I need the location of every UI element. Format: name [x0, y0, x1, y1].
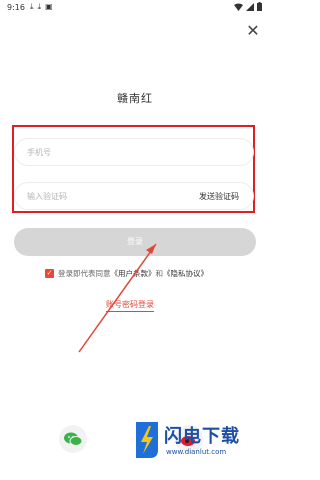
- agreement-prefix: 登录即代表同意: [58, 268, 111, 278]
- password-login-link[interactable]: 账号密码登录: [106, 299, 154, 312]
- download-icon: ⤓: [30, 2, 34, 11]
- notification-icons: ⤓ ⤓ ▣: [30, 2, 53, 12]
- code-field[interactable]: 发送验证码: [14, 182, 254, 210]
- app-notification-icon: ▣: [45, 2, 53, 11]
- status-bar: 9:16 ⤓ ⤓ ▣: [0, 0, 270, 16]
- code-input[interactable]: [27, 183, 187, 209]
- watermark: 闪电下载 www.dianlut.com: [130, 418, 270, 468]
- close-icon: ✕: [246, 21, 260, 40]
- send-code-button[interactable]: 发送验证码: [199, 191, 239, 202]
- phone-field[interactable]: [14, 138, 254, 166]
- wechat-icon: [64, 432, 83, 446]
- watermark-url: www.dianlut.com: [166, 448, 227, 456]
- system-icons: [234, 2, 262, 11]
- status-time: 9:16: [7, 3, 25, 12]
- close-button[interactable]: ✕: [246, 21, 260, 40]
- privacy-link[interactable]: 《隐私协议》: [163, 268, 208, 279]
- agreement-checkbox[interactable]: ✓: [45, 268, 54, 278]
- agreement-and: 和: [155, 268, 164, 278]
- app-title: 赣南红: [117, 92, 153, 105]
- wifi-icon: [234, 3, 243, 11]
- phone-input[interactable]: [27, 139, 187, 165]
- lightning-logo: [136, 422, 158, 458]
- login-button[interactable]: 登录: [14, 228, 256, 256]
- signal-icon: [246, 2, 254, 11]
- agreement-row: ✓ 登录即代表同意 《用户条款》 和 《隐私协议》: [45, 267, 208, 279]
- wechat-login-button[interactable]: [59, 425, 87, 453]
- watermark-title: 闪电下载: [164, 426, 240, 447]
- user-terms-link[interactable]: 《用户条款》: [111, 268, 156, 279]
- download-icon: ⤓: [37, 2, 42, 11]
- battery-icon: [257, 2, 262, 11]
